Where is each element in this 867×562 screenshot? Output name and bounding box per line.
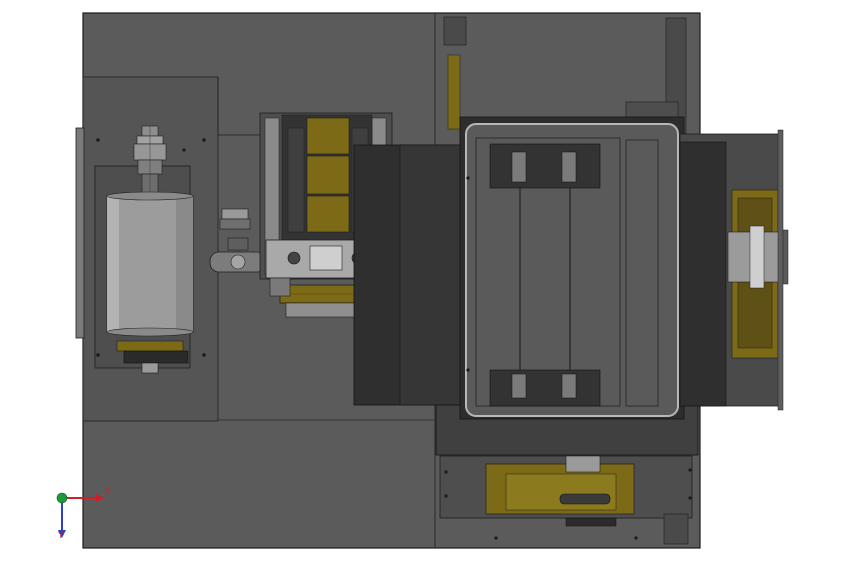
cad-viewport[interactable]: X Y <box>0 0 867 562</box>
motor-cylinder <box>106 191 194 337</box>
assembly-model[interactable] <box>0 0 867 562</box>
triad-y-label: Y <box>58 531 64 541</box>
right-roller-unit <box>679 129 789 411</box>
main-frame <box>459 116 685 420</box>
origin-dot-icon <box>56 492 68 504</box>
triad-x-label: X <box>104 487 111 497</box>
coordinate-triad: X Y <box>50 482 120 544</box>
bottom-drive-housing <box>439 455 693 527</box>
